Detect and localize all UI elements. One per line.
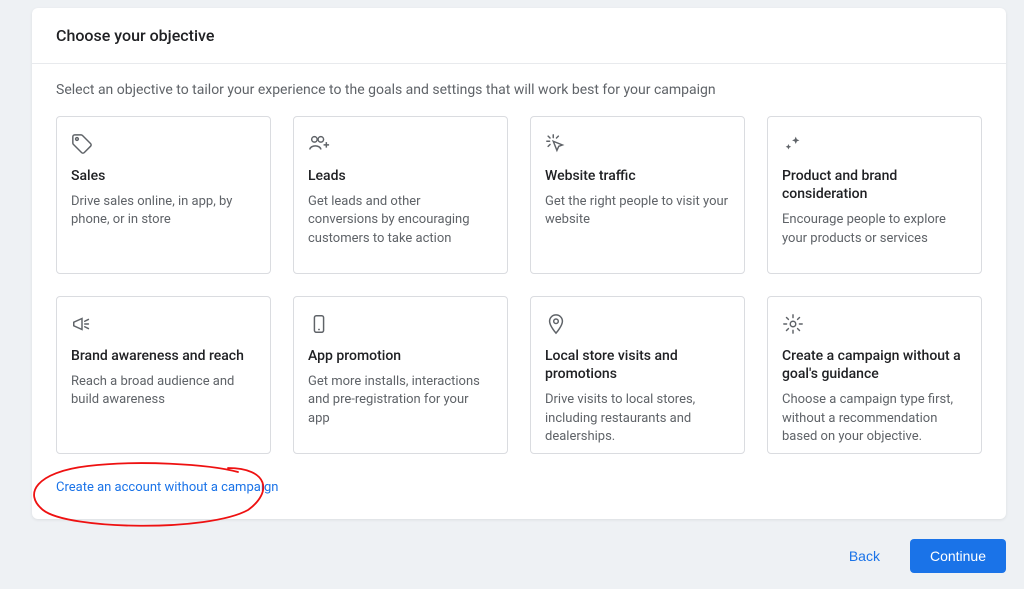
objective-card-sales[interactable]: Sales Drive sales online, in app, by pho… — [56, 116, 271, 274]
objective-card-traffic[interactable]: Website traffic Get the right people to … — [530, 116, 745, 274]
card-desc: Drive visits to local stores, including … — [545, 391, 730, 446]
subtitle: Select an objective to tailor your exper… — [56, 82, 982, 98]
objective-modal: Choose your objective Select an objectiv… — [32, 8, 1006, 519]
objective-grid: Sales Drive sales online, in app, by pho… — [56, 116, 982, 454]
group-add-icon — [308, 133, 330, 155]
card-title: Local store visits and promotions — [545, 347, 730, 383]
card-title: App promotion — [308, 347, 493, 365]
cursor-click-icon — [545, 133, 567, 155]
card-desc: Drive sales online, in app, by phone, or… — [71, 193, 256, 229]
sparkle-icon — [782, 133, 804, 155]
objective-card-app-promotion[interactable]: App promotion Get more installs, interac… — [293, 296, 508, 454]
card-desc: Choose a campaign type first, without a … — [782, 391, 967, 446]
tag-icon — [71, 133, 93, 155]
card-title: Product and brand consideration — [782, 167, 967, 203]
card-title: Website traffic — [545, 167, 730, 185]
card-desc: Encourage people to explore your product… — [782, 211, 967, 247]
gear-icon — [782, 313, 804, 335]
pin-icon — [545, 313, 567, 335]
back-button[interactable]: Back — [837, 540, 892, 572]
modal-body: Select an objective to tailor your exper… — [32, 64, 1006, 519]
card-title: Leads — [308, 167, 493, 185]
continue-button[interactable]: Continue — [910, 539, 1006, 573]
megaphone-icon — [71, 313, 93, 335]
card-title: Brand awareness and reach — [71, 347, 256, 365]
objective-card-consideration[interactable]: Product and brand consideration Encourag… — [767, 116, 982, 274]
card-desc: Get more installs, interactions and pre-… — [308, 373, 493, 428]
objective-card-no-goal[interactable]: Create a campaign without a goal's guida… — [767, 296, 982, 454]
footer-actions: Back Continue — [837, 539, 1006, 573]
phone-icon — [308, 313, 330, 335]
modal-header: Choose your objective — [32, 8, 1006, 64]
card-title: Create a campaign without a goal's guida… — [782, 347, 967, 383]
objective-card-leads[interactable]: Leads Get leads and other conversions by… — [293, 116, 508, 274]
card-desc: Reach a broad audience and build awarene… — [71, 373, 256, 409]
card-desc: Get leads and other conversions by encou… — [308, 193, 493, 248]
card-title: Sales — [71, 167, 256, 185]
objective-card-brand-awareness[interactable]: Brand awareness and reach Reach a broad … — [56, 296, 271, 454]
objective-card-local-store[interactable]: Local store visits and promotions Drive … — [530, 296, 745, 454]
create-without-campaign-link[interactable]: Create an account without a campaign — [56, 480, 278, 495]
page-title: Choose your objective — [56, 26, 214, 45]
link-row: Create an account without a campaign — [56, 476, 982, 495]
card-desc: Get the right people to visit your websi… — [545, 193, 730, 229]
